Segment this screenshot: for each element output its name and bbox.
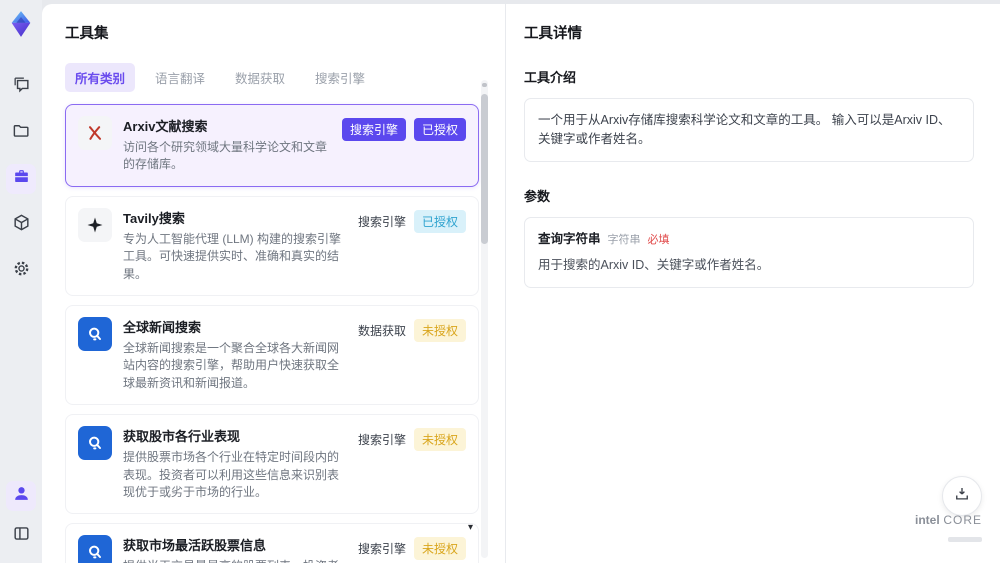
- tool-name: Arxiv文献搜索: [123, 119, 208, 134]
- sidebar-item-tools[interactable]: [6, 164, 36, 194]
- tool-detail-panel: 工具详情 工具介绍 一个用于从Arxiv存储库搜索科学论文和文章的工具。 输入可…: [505, 4, 1000, 563]
- tool-description: 访问各个研究领域大量科学论文和文章的存储库。: [123, 140, 328, 172]
- scrollbar-thumb[interactable]: [481, 94, 488, 244]
- sidebar-item-collapse[interactable]: [6, 521, 36, 551]
- tool-auth-badge: 已授权: [413, 209, 466, 233]
- param-required-badge: 必填: [647, 233, 670, 246]
- tab-搜索引擎[interactable]: 搜索引擎: [305, 63, 375, 92]
- brand-watermark: [948, 537, 982, 542]
- tool-category-badge: 搜索引擎: [341, 118, 406, 141]
- download-icon: [953, 485, 971, 508]
- list-scrollbar[interactable]: [481, 80, 488, 558]
- app-logo-icon: [7, 10, 35, 38]
- chat-icon: [12, 75, 31, 99]
- tool-description: 专为人工智能代理 (LLM) 构建的搜索引擎工具。可快速提供实时、准确和真实的结…: [123, 231, 342, 281]
- tool-list-panel: 工具集 所有类别 语言翻译 数据获取 搜索引擎 Arxiv文献搜索 访问各个研究领域大…: [42, 4, 505, 563]
- tool-list-item[interactable]: Arxiv文献搜索 访问各个研究领域大量科学论文和文章的存储库。 搜索引擎 已授…: [65, 104, 479, 187]
- tool-category-badge: 数据获取: [357, 323, 406, 338]
- search-blue-icon: [78, 316, 112, 351]
- main-content: 工具集 所有类别 语言翻译 数据获取 搜索引擎 Arxiv文献搜索 访问各个研究领域大…: [42, 4, 1000, 563]
- tool-name: 获取股市各行业表现: [123, 429, 241, 445]
- tool-description: 提供股票市场各个行业在特定时间段内的表现。投资者可以利用这些信息来识别表现优于或…: [123, 450, 340, 499]
- sidebar-item-chat[interactable]: [6, 72, 36, 102]
- tool-list-item[interactable]: 获取股市各行业表现 提供股票市场各个行业在特定时间段内的表现。投资者可以利用这些…: [65, 414, 479, 515]
- download-button[interactable]: [942, 476, 982, 516]
- user-icon: [12, 484, 31, 508]
- left-sidebar: [0, 0, 42, 563]
- tool-description: 全球新闻搜索是一个聚合全球各大新闻网站内容的搜索引擎，帮助用户快速获取全球最新资…: [123, 340, 340, 390]
- folder-icon: [12, 121, 31, 145]
- detail-title: 工具详情: [524, 26, 582, 42]
- tool-name: Tavily搜索: [123, 210, 185, 226]
- tool-category-badge: 搜索引擎: [357, 433, 406, 448]
- tool-name: 获取市场最活跃股票信息: [123, 538, 267, 554]
- sidebar-item-settings[interactable]: [6, 256, 36, 286]
- scroll-down-indicator: ▾: [468, 522, 474, 533]
- search-blue-icon: [78, 535, 112, 563]
- page-title: 工具集: [65, 26, 109, 42]
- scrollbar-top-cap: [482, 83, 487, 87]
- tool-list: Arxiv文献搜索 访问各个研究领域大量科学论文和文章的存储库。 搜索引擎 已授…: [65, 104, 479, 563]
- tool-auth-badge: 未授权: [413, 428, 466, 452]
- gear-icon: [12, 259, 31, 283]
- tool-auth-badge: 已授权: [413, 118, 466, 141]
- tab-语言翻译[interactable]: 语言翻译: [145, 63, 215, 92]
- tool-category-badge: 搜索引擎: [357, 542, 406, 557]
- brand-intel: intel: [915, 513, 940, 527]
- param-type: 字符串: [607, 233, 641, 246]
- tab-所有类别[interactable]: 所有类别: [65, 63, 136, 92]
- search-blue-icon: [78, 426, 112, 461]
- cube-icon: [12, 213, 31, 237]
- app-window: 工具集 所有类别 语言翻译 数据获取 搜索引擎 Arxiv文献搜索 访问各个研究领域大…: [0, 0, 1000, 563]
- tool-auth-badge: 未授权: [413, 318, 466, 342]
- intel-core-logo: intel core: [915, 511, 982, 547]
- arxiv-icon: [78, 116, 112, 150]
- panel-icon: [12, 524, 31, 548]
- brand-core: core: [943, 513, 982, 527]
- category-tabs: 所有类别 语言翻译 数据获取 搜索引擎: [65, 63, 479, 92]
- tool-list-item[interactable]: Tavily搜索 专为人工智能代理 (LLM) 构建的搜索引擎工具。可快速提供实…: [65, 195, 479, 296]
- sidebar-item-files[interactable]: [6, 118, 36, 148]
- tool-category-badge: 搜索引擎: [357, 214, 406, 229]
- params-section-title: 参数: [524, 188, 551, 204]
- tool-list-item[interactable]: 获取市场最活跃股票信息 提供当天交易量最高的股票列表，投资者可以利用这些信息来识…: [65, 523, 479, 563]
- param-name: 查询字符串: [538, 231, 601, 246]
- sidebar-item-models[interactable]: [6, 210, 36, 240]
- param-card: 查询字符串 字符串 必填 用于搜索的Arxiv ID、关键字或作者姓名。: [524, 216, 974, 288]
- param-description: 用于搜索的Arxiv ID、关键字或作者姓名。: [538, 258, 770, 273]
- intro-section-title: 工具介绍: [524, 70, 577, 85]
- tool-description: 提供当天交易量最高的股票列表，投资者可以利用这些信息来识别流动性强的股票和潜在的…: [123, 558, 350, 563]
- toolbox-icon: [12, 167, 31, 191]
- tool-auth-badge: 未授权: [413, 537, 466, 561]
- sparkle-icon: [78, 207, 112, 242]
- intro-text: 一个用于从Arxiv存储库搜索科学论文和文章的工具。 输入可以是Arxiv ID…: [524, 98, 974, 162]
- tool-name: 全球新闻搜索: [123, 319, 202, 335]
- tool-list-item[interactable]: 全球新闻搜索 全球新闻搜索是一个聚合全球各大新闻网站内容的搜索引擎，帮助用户快速…: [65, 304, 479, 406]
- tab-数据获取[interactable]: 数据获取: [225, 63, 295, 92]
- sidebar-item-account[interactable]: [6, 481, 36, 511]
